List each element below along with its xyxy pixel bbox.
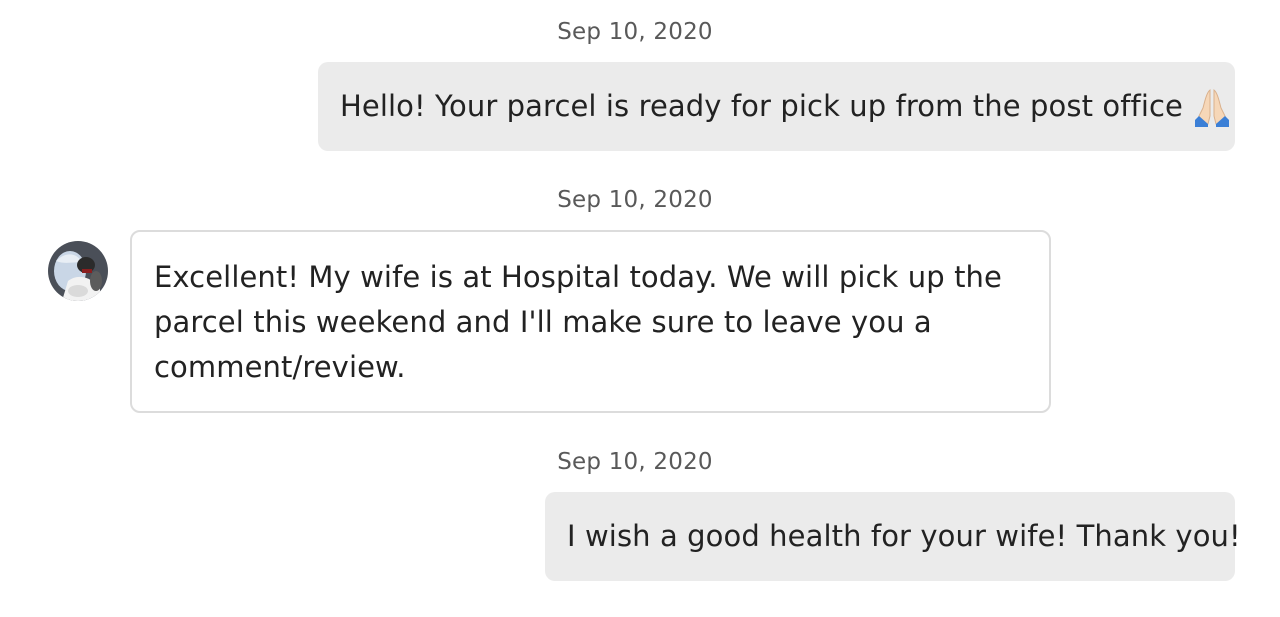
- message-text: Excellent! My wife is at Hospital today.…: [154, 260, 1002, 384]
- message-text: Hello! Your parcel is ready for pick up …: [340, 89, 1183, 123]
- outgoing-message-bubble: Hello! Your parcel is ready for pick up …: [318, 62, 1235, 151]
- outgoing-message-bubble: I wish a good health for your wife! Than…: [545, 492, 1241, 581]
- message-timestamp: Sep 10, 2020: [557, 187, 713, 213]
- folded-hands-icon: [1191, 86, 1233, 128]
- message-timestamp: Sep 10, 2020: [557, 449, 713, 475]
- avatar[interactable]: [48, 241, 108, 301]
- message-text: I wish a good health for your wife! Than…: [567, 519, 1241, 553]
- incoming-message-bubble: Excellent! My wife is at Hospital today.…: [130, 230, 1051, 413]
- message-timestamp: Sep 10, 2020: [557, 19, 713, 45]
